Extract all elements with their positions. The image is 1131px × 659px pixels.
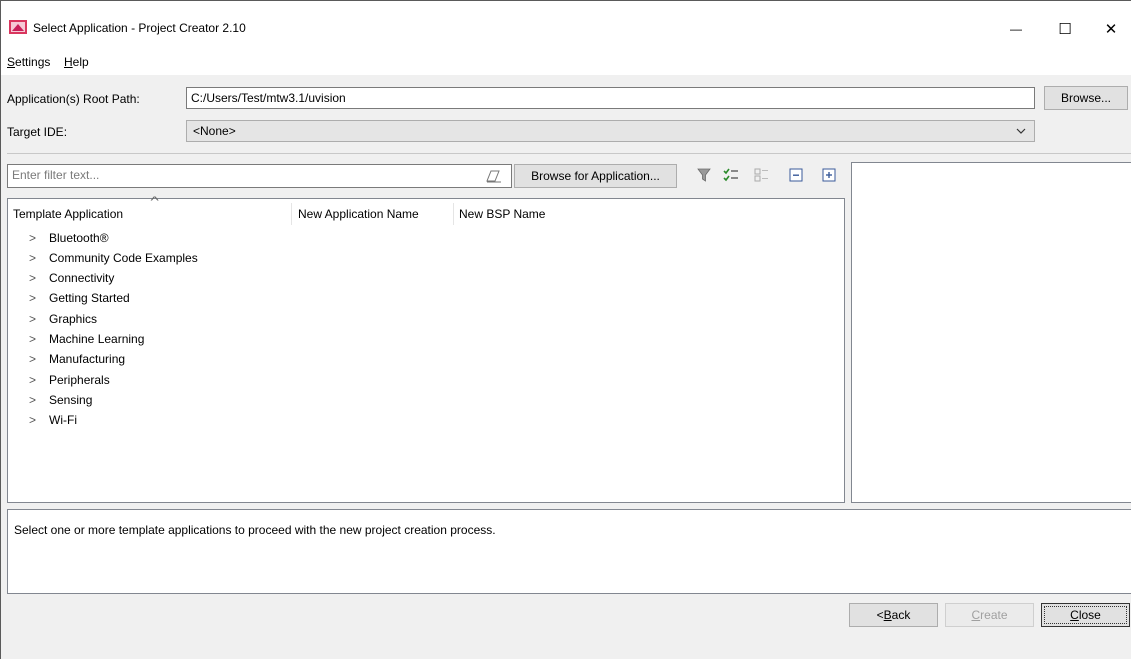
menu-settings-mnemonic: S: [7, 55, 16, 69]
close-button[interactable]: Close: [1041, 603, 1130, 627]
details-panel: [851, 162, 1131, 503]
close-button-rest: lose: [1078, 608, 1101, 622]
maximize-icon: ☐: [1058, 21, 1072, 38]
create-button-rest: reate: [980, 608, 1008, 622]
description-text: Select one or more template applications…: [14, 523, 496, 537]
select-all-icon[interactable]: [723, 167, 739, 183]
tree-item-label: Manufacturing: [49, 352, 126, 366]
expand-chevron-icon[interactable]: >: [29, 228, 39, 248]
back-button[interactable]: < Back: [849, 603, 938, 627]
browse-root-label: Browse...: [1060, 91, 1111, 105]
tree-item-label: Graphics: [49, 312, 98, 326]
clear-filter-icon[interactable]: [485, 168, 503, 184]
tree-item-label: Wi-Fi: [49, 413, 77, 427]
menu-settings-rest: ettings: [15, 55, 51, 69]
close-window-button[interactable]: ✕: [1091, 15, 1131, 43]
menu-settings[interactable]: Settings: [7, 55, 50, 69]
column-header-new-bsp-name[interactable]: New BSP Name: [459, 207, 545, 221]
tree-item-label: Community Code Examples: [49, 251, 198, 265]
tree-item-label: Getting Started: [49, 291, 130, 305]
close-button-mnemonic: C: [1070, 608, 1079, 622]
expand-chevron-icon[interactable]: >: [29, 309, 39, 329]
sort-indicator-icon: ^: [150, 195, 159, 207]
column-header-template-application[interactable]: Template Application: [13, 207, 123, 221]
create-button[interactable]: Create: [945, 603, 1034, 627]
tree-item-label: Bluetooth®: [49, 231, 109, 245]
title-bar[interactable]: Select Application - Project Creator 2.1…: [1, 1, 1131, 43]
project-creator-window: Select Application - Project Creator 2.1…: [0, 0, 1131, 659]
root-path-label: Application(s) Root Path:: [7, 92, 140, 106]
expand-chevron-icon[interactable]: >: [29, 370, 39, 390]
menu-bar: [1, 43, 1131, 75]
filter-icon[interactable]: [696, 167, 712, 183]
column-divider: [453, 203, 454, 225]
app-icon: [9, 20, 27, 34]
target-ide-select[interactable]: <None>: [186, 120, 1035, 142]
back-button-mnemonic: B: [883, 608, 892, 622]
separator: [7, 153, 1131, 154]
expand-all-icon[interactable]: [821, 167, 837, 183]
root-path-input[interactable]: C:/Users/Test/mtw3.1/uvision: [186, 87, 1035, 109]
expand-chevron-icon[interactable]: >: [29, 349, 39, 369]
browse-for-application-button[interactable]: Browse for Application...: [514, 164, 677, 188]
tree-item-label: Peripherals: [49, 373, 110, 387]
expand-chevron-icon[interactable]: >: [29, 268, 39, 288]
template-application-table[interactable]: [7, 198, 845, 503]
window-title: Select Application - Project Creator 2.1…: [33, 21, 246, 35]
filter-input[interactable]: Enter filter text...: [7, 164, 512, 188]
minimize-button[interactable]: —: [993, 15, 1039, 43]
tree-item-label: Sensing: [49, 393, 93, 407]
tree-item-label: Connectivity: [49, 271, 115, 285]
browse-root-button[interactable]: Browse...: [1044, 86, 1128, 110]
expand-chevron-icon[interactable]: >: [29, 288, 39, 308]
back-button-rest: ack: [891, 608, 911, 622]
column-divider: [291, 203, 292, 225]
column-header-new-application-name[interactable]: New Application Name: [298, 207, 419, 221]
expand-chevron-icon[interactable]: >: [29, 248, 39, 268]
create-button-mnemonic: C: [971, 608, 981, 622]
chevron-down-icon: [1016, 128, 1026, 134]
minimize-icon: —: [1010, 22, 1022, 36]
tree-item-label: Machine Learning: [49, 332, 145, 346]
menu-help[interactable]: Help: [64, 55, 89, 69]
close-icon: ✕: [1104, 21, 1118, 38]
target-ide-value: <None>: [193, 124, 236, 138]
back-button-pre: <: [876, 608, 884, 622]
menu-help-mnemonic: H: [64, 55, 73, 69]
root-path-value: C:/Users/Test/mtw3.1/uvision: [191, 91, 346, 105]
browse-for-application-label: Browse for Application...: [531, 169, 660, 183]
expand-chevron-icon[interactable]: >: [29, 329, 39, 349]
filter-placeholder: Enter filter text...: [12, 168, 100, 182]
collapse-all-icon[interactable]: [788, 167, 804, 183]
target-ide-label: Target IDE:: [7, 125, 68, 139]
expand-chevron-icon[interactable]: >: [29, 390, 39, 410]
maximize-button[interactable]: ☐: [1042, 15, 1088, 43]
menu-help-rest: elp: [72, 55, 89, 69]
expand-chevron-icon[interactable]: >: [29, 410, 39, 430]
deselect-all-icon[interactable]: [754, 167, 770, 183]
description-panel: Select one or more template applications…: [7, 509, 1131, 594]
